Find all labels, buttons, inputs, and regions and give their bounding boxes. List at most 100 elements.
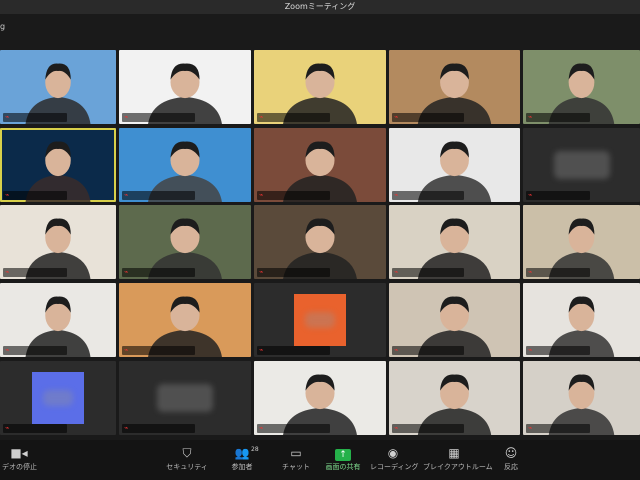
participant-video-tile[interactable]: ⌁ bbox=[254, 283, 386, 357]
share-screen-label: 画面の共有 bbox=[325, 463, 361, 471]
meeting-toolbar: ■◂ デオの停止 ⛉ セキュリティ 👥 28 参加者 ▭ チャット ↑ 画面の共… bbox=[0, 440, 640, 480]
participant-video-tile[interactable]: ⌁ bbox=[119, 361, 251, 435]
share-screen-icon: ↑ bbox=[323, 444, 363, 462]
muted-mic-icon: ⌁ bbox=[394, 191, 399, 199]
participant-name-bar bbox=[122, 424, 195, 433]
muted-mic-icon: ⌁ bbox=[259, 424, 264, 432]
stop-video-button[interactable]: ■◂ デオの停止 bbox=[2, 444, 37, 478]
participant-name-bar bbox=[122, 113, 195, 122]
record-label: レコーディング bbox=[370, 463, 419, 471]
participant-video-tile[interactable]: ⌁ bbox=[119, 128, 251, 202]
muted-mic-icon: ⌁ bbox=[528, 113, 533, 121]
stop-video-label: デオの停止 bbox=[2, 463, 37, 471]
muted-mic-icon: ⌁ bbox=[5, 346, 10, 354]
muted-mic-icon: ⌁ bbox=[394, 424, 399, 432]
participant-name-bar bbox=[526, 424, 591, 433]
participant-name-bar bbox=[3, 113, 67, 122]
shield-icon: ⛉ bbox=[182, 446, 192, 460]
participant-name-bar bbox=[392, 346, 465, 355]
participant-video-tile[interactable]: ⌁ bbox=[0, 50, 116, 124]
record-icon: ◉ bbox=[387, 446, 399, 460]
reactions-label: 反応 bbox=[504, 463, 518, 471]
participant-name-bar bbox=[526, 113, 591, 122]
participant-video-tile[interactable]: ⌁ bbox=[389, 205, 520, 279]
view-label[interactable]: g bbox=[0, 22, 5, 31]
muted-mic-icon: ⌁ bbox=[528, 346, 533, 354]
emoji-add-icon: ☺ bbox=[504, 446, 518, 460]
muted-mic-icon: ⌁ bbox=[394, 113, 399, 121]
participant-name-bar bbox=[257, 191, 330, 200]
participant-video-tile[interactable]: ⌁ bbox=[0, 205, 116, 279]
muted-mic-icon: ⌁ bbox=[124, 268, 129, 276]
participant-video-tile[interactable]: ⌁ bbox=[0, 361, 116, 435]
participant-name-bar bbox=[392, 113, 465, 122]
muted-mic-icon: ⌁ bbox=[259, 191, 264, 199]
muted-mic-icon: ⌁ bbox=[124, 424, 129, 432]
muted-mic-icon: ⌁ bbox=[5, 113, 10, 121]
participant-video-tile[interactable]: ⌁ bbox=[0, 283, 116, 357]
participant-video-tile[interactable]: ⌁ bbox=[389, 361, 520, 435]
participants-label: 参加者 bbox=[231, 463, 253, 471]
participant-video-tile[interactable]: ⌁ bbox=[523, 361, 640, 435]
video-grid: ⌁ ⌁ ⌁ ⌁ ⌁ ⌁ ⌁ ⌁ ⌁ ⌁ ⌁ ⌁ ⌁ ⌁ ⌁ ⌁ ⌁ ⌁ ⌁ ⌁ ⌁ ⌁ ⌁ ⌁ ⌁ bbox=[0, 50, 640, 435]
participant-name-bar bbox=[526, 191, 591, 200]
participant-video-tile[interactable]: ⌁ bbox=[389, 128, 520, 202]
participant-video-tile[interactable]: ⌁ bbox=[0, 128, 116, 202]
participant-video-tile[interactable]: ⌁ bbox=[523, 205, 640, 279]
muted-mic-icon: ⌁ bbox=[394, 268, 399, 276]
muted-mic-icon: ⌁ bbox=[528, 191, 533, 199]
muted-mic-icon: ⌁ bbox=[259, 268, 264, 276]
participant-video-tile[interactable]: ⌁ bbox=[254, 128, 386, 202]
participant-name-bar bbox=[257, 113, 330, 122]
participant-name-bar bbox=[257, 424, 330, 433]
participant-video-tile[interactable]: ⌁ bbox=[389, 283, 520, 357]
participant-name-bar bbox=[122, 191, 195, 200]
participant-name-bar bbox=[122, 268, 195, 277]
participants-count: 28 bbox=[251, 446, 259, 453]
muted-mic-icon: ⌁ bbox=[5, 424, 10, 432]
video-camera-icon: ■◂ bbox=[10, 446, 28, 460]
participant-video-tile[interactable]: ⌁ bbox=[523, 128, 640, 202]
participant-video-tile[interactable]: ⌁ bbox=[119, 50, 251, 124]
participant-video-tile[interactable]: ⌁ bbox=[254, 361, 386, 435]
muted-mic-icon: ⌁ bbox=[528, 424, 533, 432]
participant-name-bar bbox=[257, 346, 330, 355]
chat-label: チャット bbox=[282, 463, 310, 471]
chat-button[interactable]: ▭ チャット bbox=[280, 444, 312, 478]
share-screen-button[interactable]: ↑ 画面の共有 bbox=[323, 444, 363, 478]
muted-mic-icon: ⌁ bbox=[124, 346, 129, 354]
muted-mic-icon: ⌁ bbox=[124, 113, 129, 121]
muted-mic-icon: ⌁ bbox=[124, 191, 129, 199]
reactions-button[interactable]: ☺ 反応 bbox=[498, 444, 524, 478]
participant-video-tile[interactable]: ⌁ bbox=[389, 50, 520, 124]
participant-video-tile[interactable]: ⌁ bbox=[254, 205, 386, 279]
muted-mic-icon: ⌁ bbox=[259, 346, 264, 354]
participant-video-tile[interactable]: ⌁ bbox=[119, 205, 251, 279]
participant-name-bar bbox=[122, 346, 195, 355]
participant-name-bar bbox=[526, 346, 591, 355]
participant-name-bar bbox=[526, 268, 591, 277]
participant-name-bar bbox=[392, 424, 465, 433]
record-button[interactable]: ◉ レコーディング bbox=[370, 444, 419, 478]
participant-video-tile[interactable]: ⌁ bbox=[523, 50, 640, 124]
breakout-rooms-button[interactable]: ▦ ブレイクアウトルーム bbox=[423, 444, 493, 478]
grid-icon: ▦ bbox=[448, 446, 460, 460]
security-button[interactable]: ⛉ セキュリティ bbox=[165, 444, 209, 478]
blurred-name bbox=[305, 312, 335, 328]
participant-name-bar bbox=[3, 268, 67, 277]
muted-mic-icon: ⌁ bbox=[528, 268, 533, 276]
security-label: セキュリティ bbox=[166, 463, 208, 471]
participant-video-tile[interactable]: ⌁ bbox=[254, 50, 386, 124]
muted-mic-icon: ⌁ bbox=[5, 191, 10, 199]
breakout-rooms-label: ブレイクアウトルーム bbox=[423, 463, 493, 471]
participant-video-tile[interactable]: ⌁ bbox=[119, 283, 251, 357]
participant-name-bar bbox=[3, 424, 67, 433]
window-title: Zoomミーティング bbox=[0, 0, 640, 14]
participant-name-bar bbox=[392, 191, 465, 200]
blurred-name bbox=[43, 390, 73, 406]
participant-name-bar bbox=[3, 191, 67, 200]
chat-bubble-icon: ▭ bbox=[290, 446, 302, 460]
participant-video-tile[interactable]: ⌁ bbox=[523, 283, 640, 357]
participants-button[interactable]: 👥 28 参加者 bbox=[225, 444, 259, 478]
muted-mic-icon: ⌁ bbox=[259, 113, 264, 121]
